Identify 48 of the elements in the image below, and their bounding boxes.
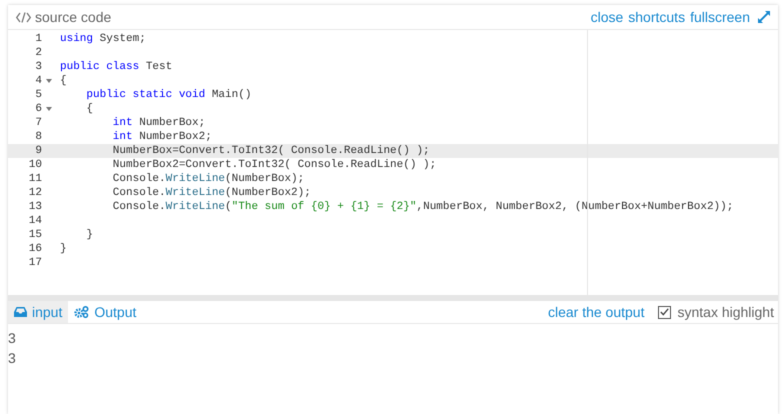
line-number: 2 xyxy=(34,46,42,60)
code-line: Console.WriteLine(NumberBox); xyxy=(112,172,304,186)
code-line: { xyxy=(59,74,67,88)
code-line: public static void Main() xyxy=(85,88,252,102)
line-number: 13 xyxy=(28,200,42,214)
expand-icon[interactable] xyxy=(758,11,770,23)
inbox-icon xyxy=(14,307,27,317)
header-link[interactable]: shortcuts xyxy=(628,9,686,25)
line-number: 7 xyxy=(34,116,42,130)
code-line: } xyxy=(59,242,67,256)
output-line: 3 xyxy=(8,329,16,348)
line-number: 8 xyxy=(34,130,42,144)
line-number: 10 xyxy=(28,158,42,172)
code-line: int NumberBox; xyxy=(112,116,206,130)
header-link[interactable]: fullscreen xyxy=(690,9,750,25)
checkbox[interactable] xyxy=(658,306,672,318)
line-number: 11 xyxy=(28,172,42,186)
header-link[interactable]: close xyxy=(590,9,624,25)
checkbox-label: syntax highlight xyxy=(677,304,774,320)
code-line: Console.WriteLine("The sum of {0} + {1} = {2}",NumberBox, NumberBox2, (NumberBox+NumberBox2)); xyxy=(112,200,734,214)
panel-title: source code xyxy=(35,9,112,25)
gears-icon xyxy=(74,306,90,318)
code-line: public class Test xyxy=(59,60,172,74)
line-number: 1 xyxy=(34,32,42,46)
output-line: 3 xyxy=(8,349,16,368)
code-line: int NumberBox2; xyxy=(112,130,212,144)
code-line: NumberBox=Convert.ToInt32( Console.ReadLine() ); xyxy=(112,144,430,158)
code-line: NumberBox2=Convert.ToInt32( Console.ReadLine() ); xyxy=(112,158,436,172)
line-number: 14 xyxy=(28,214,42,228)
tab[interactable]: input xyxy=(8,301,68,323)
fold-icon[interactable] xyxy=(46,79,52,83)
tab[interactable]: Output xyxy=(68,301,142,323)
fold-icon[interactable] xyxy=(46,107,52,111)
code-line: Console.WriteLine(NumberBox2); xyxy=(112,186,311,200)
clear-output-link[interactable]: clear the output xyxy=(548,304,644,320)
line-number: 4 xyxy=(34,74,42,88)
code-line: { xyxy=(85,102,94,116)
line-number: 12 xyxy=(28,186,42,200)
code-line: } xyxy=(85,228,94,242)
code-line: using System; xyxy=(59,32,146,46)
line-number: 17 xyxy=(28,256,42,270)
line-number: 5 xyxy=(34,88,42,102)
line-number: 15 xyxy=(28,228,42,242)
line-number: 16 xyxy=(28,242,42,256)
line-number: 3 xyxy=(34,60,42,74)
line-number: 6 xyxy=(34,102,42,116)
line-number: 9 xyxy=(34,144,42,158)
code-icon xyxy=(16,12,31,22)
